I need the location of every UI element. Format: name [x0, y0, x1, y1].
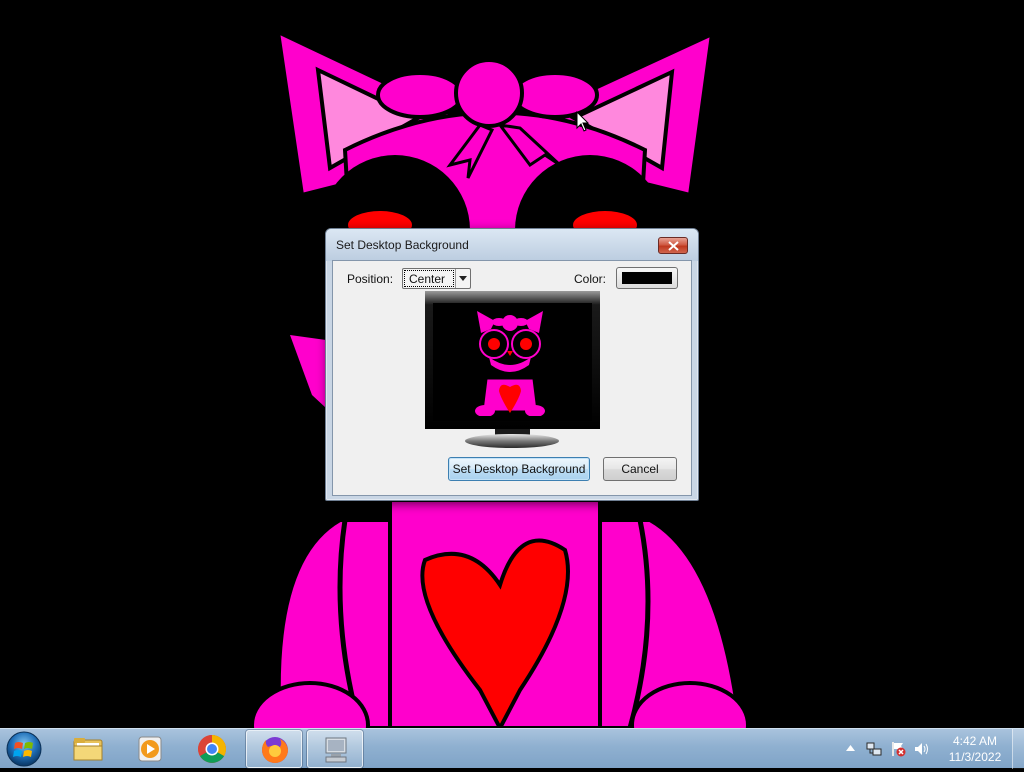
dropdown-arrow[interactable] [455, 269, 470, 288]
firefox-icon [262, 737, 288, 763]
system-tray: 4:42 AM 11/3/2022 [842, 729, 1024, 769]
position-value: Center [404, 270, 454, 287]
taskbar-file-explorer[interactable] [60, 730, 116, 768]
background-preview [425, 291, 600, 451]
close-icon [668, 241, 679, 251]
windows-logo-icon [6, 731, 42, 767]
start-button[interactable] [4, 730, 48, 768]
taskbar-firefox[interactable] [246, 730, 302, 768]
close-button[interactable] [658, 237, 688, 254]
show-hidden-icons-arrow-icon[interactable] [846, 744, 855, 752]
taskbar: 4:42 AM 11/3/2022 [0, 728, 1024, 769]
mouse-cursor-icon [576, 111, 590, 132]
volume-icon[interactable] [914, 741, 930, 757]
color-label: Color: [574, 272, 607, 286]
dialog-title: Set Desktop Background [336, 238, 469, 252]
show-desktop-button[interactable] [1012, 729, 1024, 769]
action-center-icon[interactable] [890, 741, 906, 757]
dialog-body: Position: Center Color: Set Desktop Back… [332, 260, 692, 496]
clock-date: 11/3/2022 [948, 750, 1002, 764]
clock-time: 4:42 AM [952, 734, 998, 748]
taskbar-set-background-app[interactable] [307, 730, 363, 768]
chevron-down-icon [459, 276, 467, 281]
clock[interactable]: 4:42 AM 11/3/2022 [942, 733, 1008, 765]
dialog-titlebar[interactable]: Set Desktop Background [326, 229, 698, 261]
cancel-button[interactable]: Cancel [603, 457, 677, 481]
chrome-icon [198, 735, 226, 763]
color-picker-button[interactable] [616, 267, 678, 289]
desktop[interactable]: Set Desktop Background Position: Center … [0, 0, 1024, 728]
folder-icon [73, 738, 103, 761]
set-desktop-background-button[interactable]: Set Desktop Background [448, 457, 590, 481]
color-swatch [622, 272, 672, 284]
taskbar-chrome[interactable] [184, 730, 240, 768]
monitor-preview-icon [425, 291, 600, 448]
network-icon[interactable] [866, 741, 882, 757]
computer-icon [325, 737, 347, 763]
taskbar-media-player[interactable] [122, 730, 178, 768]
media-player-icon [138, 736, 162, 762]
position-label: Position: [347, 272, 394, 286]
position-dropdown[interactable]: Center [402, 268, 471, 289]
set-desktop-background-dialog: Set Desktop Background Position: Center … [325, 228, 699, 501]
